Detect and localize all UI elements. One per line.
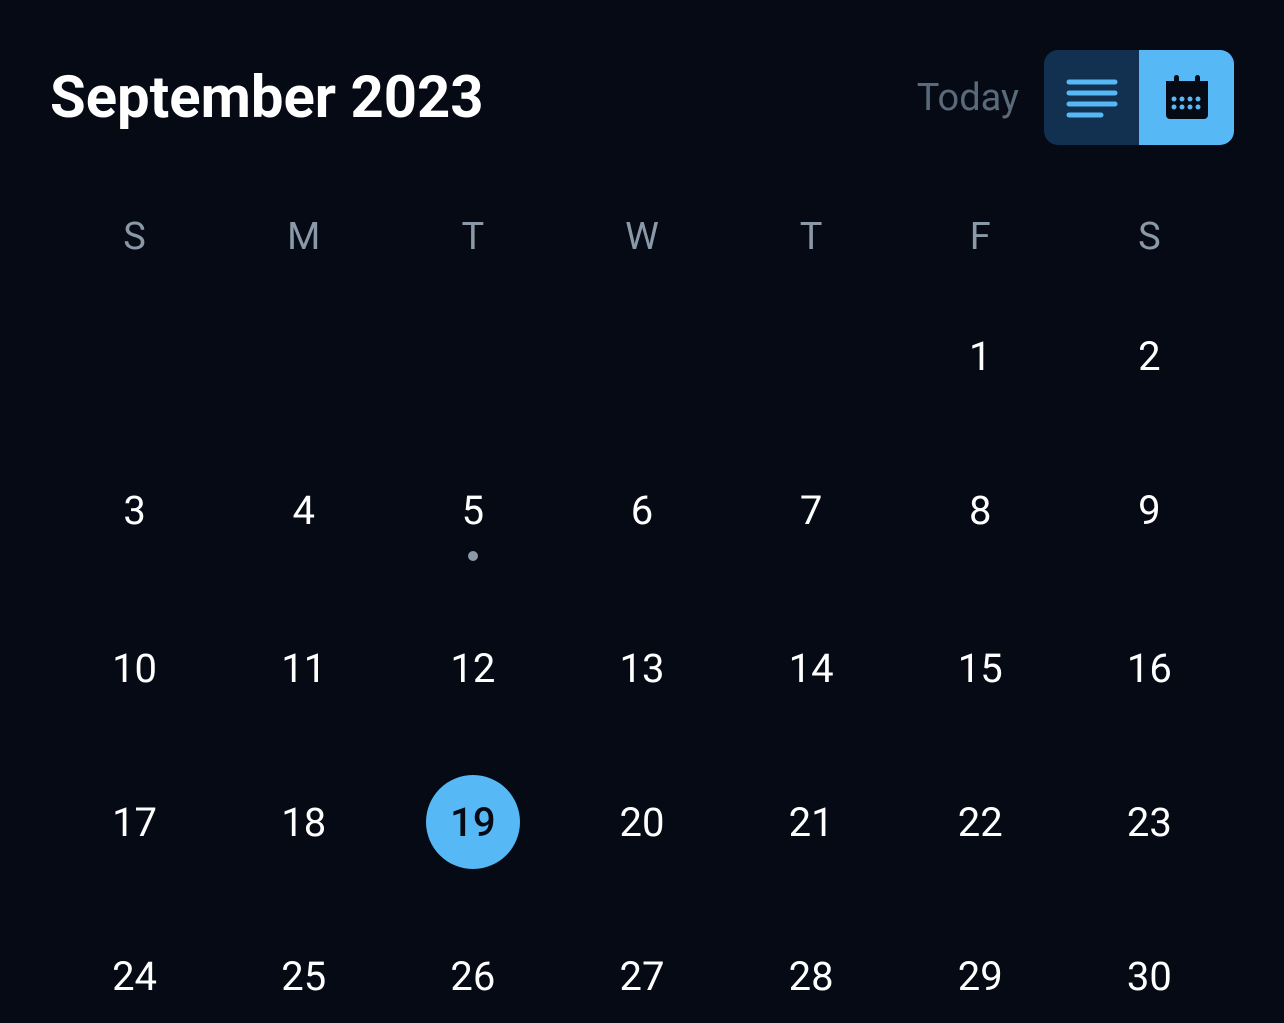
day-number: 28	[764, 929, 858, 1023]
day-cell[interactable]: 17	[50, 775, 219, 869]
day-number: 21	[764, 775, 858, 869]
day-number: 20	[595, 775, 689, 869]
day-cell[interactable]: 3	[50, 463, 219, 561]
day-cell[interactable]: 1	[896, 309, 1065, 403]
day-number: 18	[257, 775, 351, 869]
day-number: 22	[933, 775, 1027, 869]
day-cell[interactable]: 16	[1065, 621, 1234, 715]
weekday-label: W	[557, 215, 726, 259]
day-cell[interactable]: 24	[50, 929, 219, 1023]
day-number: 30	[1102, 929, 1196, 1023]
day-number: 24	[88, 929, 182, 1023]
day-number: 17	[88, 775, 182, 869]
day-cell[interactable]: 28	[727, 929, 896, 1023]
day-cell[interactable]: 23	[1065, 775, 1234, 869]
calendar-view-button[interactable]	[1139, 50, 1234, 145]
day-cell[interactable]: 5	[388, 463, 557, 561]
calendar-grid: 1234567891011121314151617181920212223242…	[50, 309, 1234, 1023]
weekday-header-row: S M T W T F S	[50, 215, 1234, 259]
day-cell[interactable]: 29	[896, 929, 1065, 1023]
day-number: 29	[933, 929, 1027, 1023]
weekday-label: S	[50, 215, 219, 259]
weekday-label: S	[1065, 215, 1234, 259]
list-view-button[interactable]	[1044, 50, 1139, 145]
day-number: 14	[764, 621, 858, 715]
day-number: 3	[88, 463, 182, 557]
day-cell[interactable]: 18	[219, 775, 388, 869]
today-button[interactable]: Today	[917, 76, 1019, 120]
day-cell[interactable]: 9	[1065, 463, 1234, 561]
empty-day-cell	[557, 309, 726, 403]
day-number: 1	[933, 309, 1027, 403]
day-number: 10	[88, 621, 182, 715]
day-cell[interactable]: 27	[557, 929, 726, 1023]
day-cell[interactable]: 30	[1065, 929, 1234, 1023]
day-number: 25	[257, 929, 351, 1023]
empty-day-cell	[219, 309, 388, 403]
weekday-label: M	[219, 215, 388, 259]
day-cell[interactable]: 15	[896, 621, 1065, 715]
day-number: 15	[933, 621, 1027, 715]
day-number: 4	[257, 463, 351, 557]
day-cell[interactable]: 26	[388, 929, 557, 1023]
day-number: 16	[1102, 621, 1196, 715]
day-cell[interactable]: 8	[896, 463, 1065, 561]
day-cell[interactable]: 12	[388, 621, 557, 715]
day-cell[interactable]: 10	[50, 621, 219, 715]
day-number: 6	[595, 463, 689, 557]
view-toggle	[1044, 50, 1234, 145]
weekday-label: T	[388, 215, 557, 259]
day-number: 27	[595, 929, 689, 1023]
day-cell[interactable]: 6	[557, 463, 726, 561]
list-icon	[1065, 76, 1119, 120]
day-cell[interactable]: 20	[557, 775, 726, 869]
day-cell[interactable]: 19	[388, 775, 557, 869]
day-cell[interactable]: 7	[727, 463, 896, 561]
day-cell[interactable]: 13	[557, 621, 726, 715]
day-number: 19	[426, 775, 520, 869]
day-cell[interactable]: 25	[219, 929, 388, 1023]
day-number: 11	[257, 621, 351, 715]
day-number: 26	[426, 929, 520, 1023]
day-cell[interactable]: 2	[1065, 309, 1234, 403]
day-number: 7	[764, 463, 858, 557]
day-cell[interactable]: 22	[896, 775, 1065, 869]
empty-day-cell	[50, 309, 219, 403]
day-number: 13	[595, 621, 689, 715]
day-cell[interactable]: 11	[219, 621, 388, 715]
weekday-label: F	[896, 215, 1065, 259]
day-number: 23	[1102, 775, 1196, 869]
day-cell[interactable]: 21	[727, 775, 896, 869]
empty-day-cell	[727, 309, 896, 403]
day-cell[interactable]: 14	[727, 621, 896, 715]
calendar-icon	[1160, 71, 1214, 125]
weekday-label: T	[727, 215, 896, 259]
day-number: 12	[426, 621, 520, 715]
day-number: 5	[426, 463, 520, 557]
day-number: 2	[1102, 309, 1196, 403]
day-number: 9	[1102, 463, 1196, 557]
day-cell[interactable]: 4	[219, 463, 388, 561]
event-indicator-dot	[468, 551, 478, 561]
empty-day-cell	[388, 309, 557, 403]
month-year-title: September 2023	[50, 64, 484, 132]
day-number: 8	[933, 463, 1027, 557]
